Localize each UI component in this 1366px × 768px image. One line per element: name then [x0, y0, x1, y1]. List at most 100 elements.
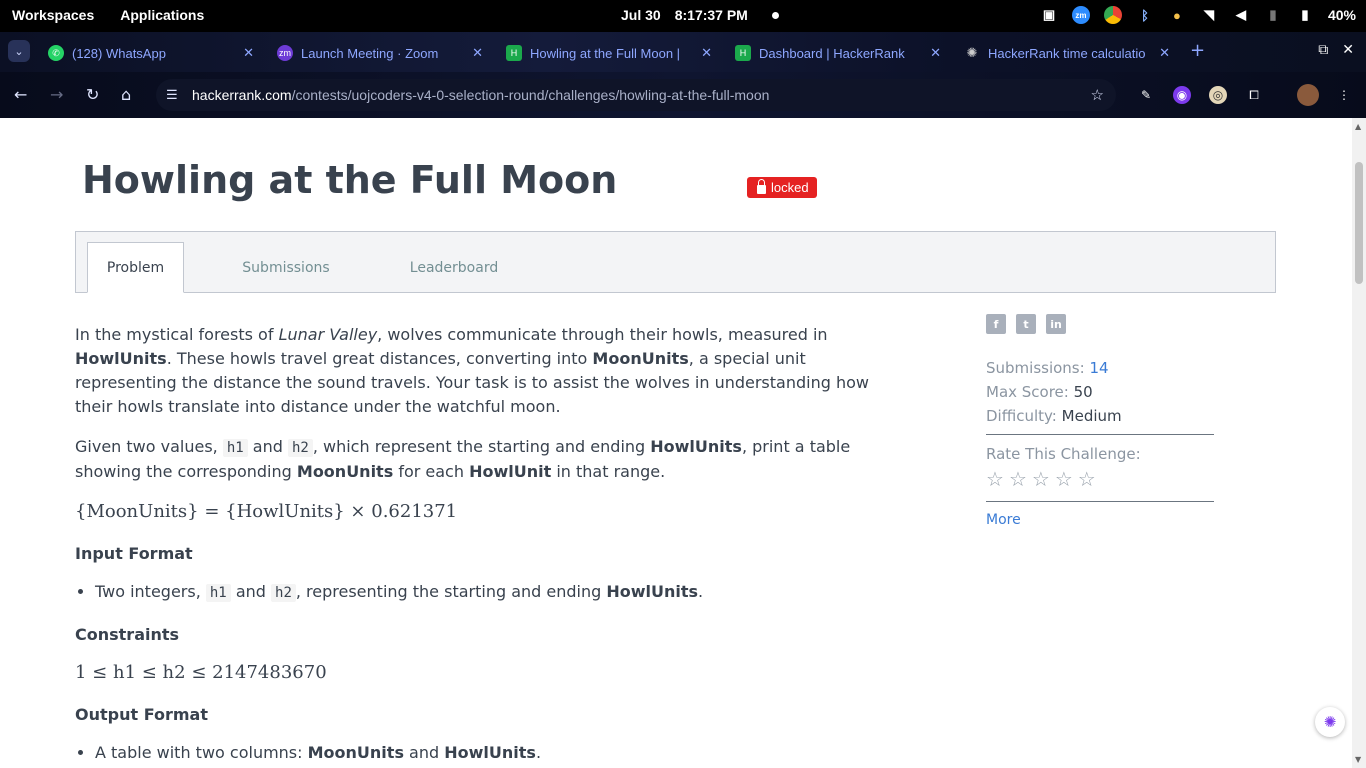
facebook-icon[interactable]: f — [986, 314, 1006, 334]
more-link[interactable]: More — [986, 512, 1214, 528]
home-icon[interactable]: ⌂ — [121, 85, 131, 104]
browser-toolbar: ← → ↻ ⌂ ☰ hackerrank.com /contests/uojco… — [0, 72, 1366, 118]
screenshot-icon[interactable]: ▣ — [1040, 6, 1058, 24]
battery-percent: 40% — [1327, 7, 1356, 23]
notification-dot-icon — [771, 12, 779, 19]
reload-icon[interactable]: ↻ — [86, 85, 99, 104]
tab-hackerrank-time-calculation[interactable]: ✺ HackerRank time calculatio ✕ — [964, 40, 1170, 66]
max-score-label: Max Score: — [986, 383, 1069, 401]
tab-problem[interactable]: Problem — [87, 242, 184, 293]
tab-search-icon[interactable]: ⌄ — [8, 40, 30, 62]
rating-stars: ☆ ☆ ☆ ☆ ☆ — [986, 467, 1214, 491]
chrome-tray-icon[interactable] — [1103, 6, 1122, 24]
browser-tab-strip: ⌄ ✆ (128) WhatsApp ✕ zm Launch Meeting ·… — [0, 32, 1366, 72]
whatsapp-icon: ✆ — [48, 45, 64, 61]
brain-assistant-icon[interactable]: ✺ — [1315, 707, 1345, 737]
app-tray-icon[interactable]: ● — [1168, 6, 1186, 24]
tab-zoom[interactable]: zm Launch Meeting · Zoom ✕ — [277, 40, 483, 66]
challenge-sidebar: f t in Submissions: 14 Max Score: 50 Dif… — [986, 314, 1214, 528]
howlunit-text: HowlUnit — [469, 462, 552, 481]
max-score-value: 50 — [1073, 383, 1093, 401]
hackerrank-icon: H — [506, 45, 522, 61]
tab-submissions[interactable]: Submissions — [226, 242, 346, 293]
clock[interactable]: Jul 30 8:17:37 PM — [621, 7, 779, 23]
input-format-heading: Input Format — [75, 544, 193, 563]
star-icon[interactable]: ☆ — [1078, 467, 1096, 491]
difficulty-stat: Difficulty: Medium — [986, 404, 1214, 428]
challenge-tabs: Problem Submissions Leaderboard — [75, 231, 1276, 293]
tab-dashboard-hackerrank[interactable]: H Dashboard | HackerRank ✕ — [735, 40, 941, 66]
scroll-up-icon[interactable]: ▲ — [1355, 122, 1361, 131]
chatgpt-icon: ✺ — [966, 45, 978, 60]
browser-menu-icon[interactable]: ⋮ — [1335, 86, 1353, 104]
divider — [986, 434, 1214, 435]
microphone-icon[interactable]: ▮ — [1264, 6, 1282, 24]
divider — [986, 501, 1214, 502]
star-icon[interactable]: ☆ — [986, 467, 1004, 491]
howlunits-text: HowlUnits — [606, 582, 699, 601]
tab-whatsapp[interactable]: ✆ (128) WhatsApp ✕ — [48, 40, 254, 66]
zoom-tray-icon[interactable]: zm — [1071, 6, 1090, 24]
close-icon[interactable]: ✕ — [472, 45, 483, 61]
howlunits-text: HowlUnits — [444, 743, 536, 762]
difficulty-label: Difficulty: — [986, 407, 1057, 425]
eyedropper-extension-icon[interactable]: ✎ — [1137, 86, 1155, 104]
site-info-icon[interactable]: ☰ — [166, 87, 184, 103]
close-icon[interactable]: ✕ — [1159, 45, 1170, 61]
linkedin-icon[interactable]: in — [1046, 314, 1066, 334]
social-share: f t in — [986, 314, 1214, 334]
star-icon[interactable]: ☆ — [1055, 467, 1073, 491]
h2-code: h2 — [287, 439, 313, 457]
forward-arrow-icon[interactable]: → — [50, 85, 63, 104]
star-icon[interactable]: ☆ — [1032, 467, 1050, 491]
text: . — [535, 743, 542, 762]
h2-code: h2 — [271, 584, 296, 602]
bookmark-star-icon[interactable]: ☆ — [1091, 86, 1104, 104]
bluetooth-icon[interactable]: ᛒ — [1136, 6, 1154, 24]
scroll-down-icon[interactable]: ▼ — [1355, 755, 1361, 764]
close-icon[interactable]: ✕ — [243, 45, 254, 61]
constraint-formula: 1 ≤ h1 ≤ h2 ≤ 2147483670 — [75, 662, 327, 683]
text: , wolves communicate through their howls… — [377, 325, 828, 344]
lunar-valley-text: Lunar Valley — [278, 325, 378, 344]
tab-leaderboard[interactable]: Leaderboard — [394, 242, 514, 293]
close-icon[interactable]: ✕ — [930, 45, 941, 61]
new-tab-button[interactable]: + — [1190, 40, 1205, 61]
system-top-bar: Workspaces Applications Jul 30 8:17:37 P… — [0, 0, 1366, 32]
scrollbar-thumb[interactable] — [1355, 162, 1363, 284]
extensions-puzzle-icon[interactable]: ⧠ — [1245, 86, 1263, 104]
window-controls: ⧉ ✕ — [1318, 42, 1354, 58]
close-window-icon[interactable]: ✕ — [1342, 42, 1354, 58]
text: , representing the starting and ending — [295, 582, 607, 601]
volume-icon[interactable]: ◀ — [1232, 6, 1250, 24]
moonunits-text: MoonUnits — [296, 462, 394, 481]
twitter-icon[interactable]: t — [1016, 314, 1036, 334]
text: Two integers, — [95, 582, 206, 601]
page-scrollbar[interactable]: ▲ ▼ — [1352, 118, 1366, 768]
tab-howling-at-the-full-moon[interactable]: H Howling at the Full Moon | ✕ — [506, 40, 712, 66]
profile-avatar[interactable] — [1297, 84, 1319, 106]
address-bar[interactable]: ☰ hackerrank.com /contests/uojcoders-v4-… — [156, 79, 1116, 111]
applications-menu[interactable]: Applications — [120, 7, 204, 23]
workspaces-menu[interactable]: Workspaces — [12, 7, 94, 23]
owl-extension-icon[interactable]: ◎ — [1209, 86, 1227, 104]
back-arrow-icon[interactable]: ← — [14, 85, 27, 104]
tab-title: Launch Meeting · Zoom — [301, 45, 439, 61]
list-item: A table with two columns: MoonUnits and … — [95, 741, 905, 765]
input-format-list: Two integers, h1 and h2, representing th… — [95, 580, 905, 605]
lock-icon — [757, 178, 766, 194]
restore-window-icon[interactable]: ⧉ — [1318, 42, 1328, 58]
close-icon[interactable]: ✕ — [701, 45, 712, 61]
battery-icon[interactable]: ▮ — [1296, 6, 1314, 24]
wifi-icon[interactable]: ◥ — [1200, 6, 1218, 24]
locked-label: locked — [771, 180, 809, 195]
submissions-count-link[interactable]: 14 — [1089, 359, 1108, 377]
star-icon[interactable]: ☆ — [1009, 467, 1027, 491]
text: In the mystical forests of — [75, 325, 279, 344]
hackerrank-icon: H — [735, 45, 751, 61]
text: and — [247, 437, 288, 456]
text: . — [698, 582, 704, 601]
intro-paragraph: In the mystical forests of Lunar Valley,… — [75, 323, 905, 419]
brain-extension-icon[interactable]: ◉ — [1173, 86, 1191, 104]
constraints-heading: Constraints — [75, 625, 180, 644]
